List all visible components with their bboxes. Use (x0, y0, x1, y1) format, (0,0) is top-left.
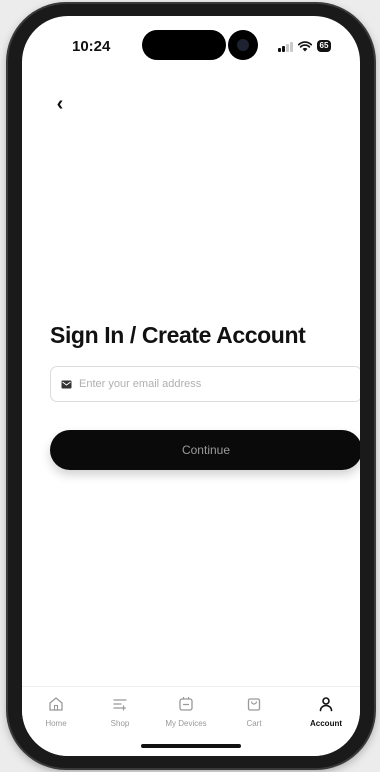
person-icon (319, 697, 333, 712)
tab-cart[interactable]: Cart (224, 695, 284, 728)
continue-button[interactable]: Continue (50, 430, 360, 470)
wifi-icon (297, 40, 312, 51)
phone-frame: 10:24 65 ‹ Sign In / Create Account Ente… (8, 4, 374, 768)
continue-button-label: Continue (181, 443, 231, 457)
email-field[interactable] (50, 366, 360, 402)
home-indicator (141, 744, 241, 748)
tab-label: Shop (110, 719, 130, 728)
tab-shop[interactable]: Shop (90, 695, 150, 728)
tab-account[interactable]: Account (296, 695, 356, 728)
signal-icon (278, 41, 293, 52)
page-title: Sign In / Create Account (50, 322, 306, 348)
tab-label: Cart (246, 719, 262, 728)
email-input[interactable] (79, 378, 360, 390)
cart-icon (247, 698, 261, 711)
mail-icon (61, 380, 72, 388)
camera-icon (228, 30, 258, 60)
tab-home[interactable]: Home (26, 695, 86, 728)
devices-icon (179, 696, 193, 711)
shop-icon (113, 699, 127, 711)
tab-my-devices[interactable]: My Devices (156, 695, 216, 728)
tab-label: Account (310, 719, 342, 728)
app-screen: 10:24 65 ‹ Sign In / Create Account Ente… (22, 16, 360, 756)
status-icons: 65 (278, 40, 332, 52)
home-icon (49, 697, 63, 711)
back-chevron-icon: ‹ (56, 92, 64, 115)
back-button[interactable]: ‹ (46, 90, 74, 118)
tab-label: My Devices (165, 719, 207, 728)
status-bar: 10:24 65 (22, 16, 360, 68)
battery-indicator: 65 (316, 40, 332, 52)
dynamic-island (142, 30, 226, 60)
status-time: 10:24 (72, 38, 111, 55)
tab-label: Home (45, 719, 67, 728)
